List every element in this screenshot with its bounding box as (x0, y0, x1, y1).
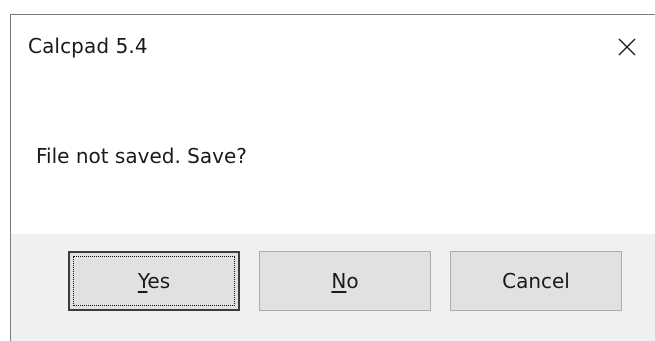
message-dialog: Calcpad 5.4 File not saved. Save? Yes No… (10, 14, 655, 341)
dialog-content: File not saved. Save? (11, 81, 655, 234)
screen: ​ Calcpad 5.4 File not saved. Save? Yes … (0, 0, 655, 341)
dialog-title: Calcpad 5.4 (28, 34, 148, 58)
no-label-rest: o (346, 269, 359, 293)
close-icon (618, 38, 636, 56)
yes-mnemonic: Y (137, 269, 148, 293)
no-mnemonic: N (331, 269, 347, 293)
close-button[interactable] (599, 19, 655, 75)
no-button[interactable]: No (259, 251, 431, 311)
no-button-label: No (331, 269, 358, 293)
dialog-message: File not saved. Save? (36, 144, 247, 168)
cancel-button[interactable]: Cancel (450, 251, 622, 311)
button-bar: Yes No Cancel (11, 234, 655, 341)
background-window-fragment: ​ (460, 0, 655, 7)
yes-button[interactable]: Yes (68, 251, 240, 311)
title-bar[interactable]: Calcpad 5.4 (11, 15, 655, 81)
yes-button-label: Yes (138, 269, 170, 293)
cancel-button-label: Cancel (502, 269, 570, 293)
yes-label-rest: es (147, 269, 171, 293)
